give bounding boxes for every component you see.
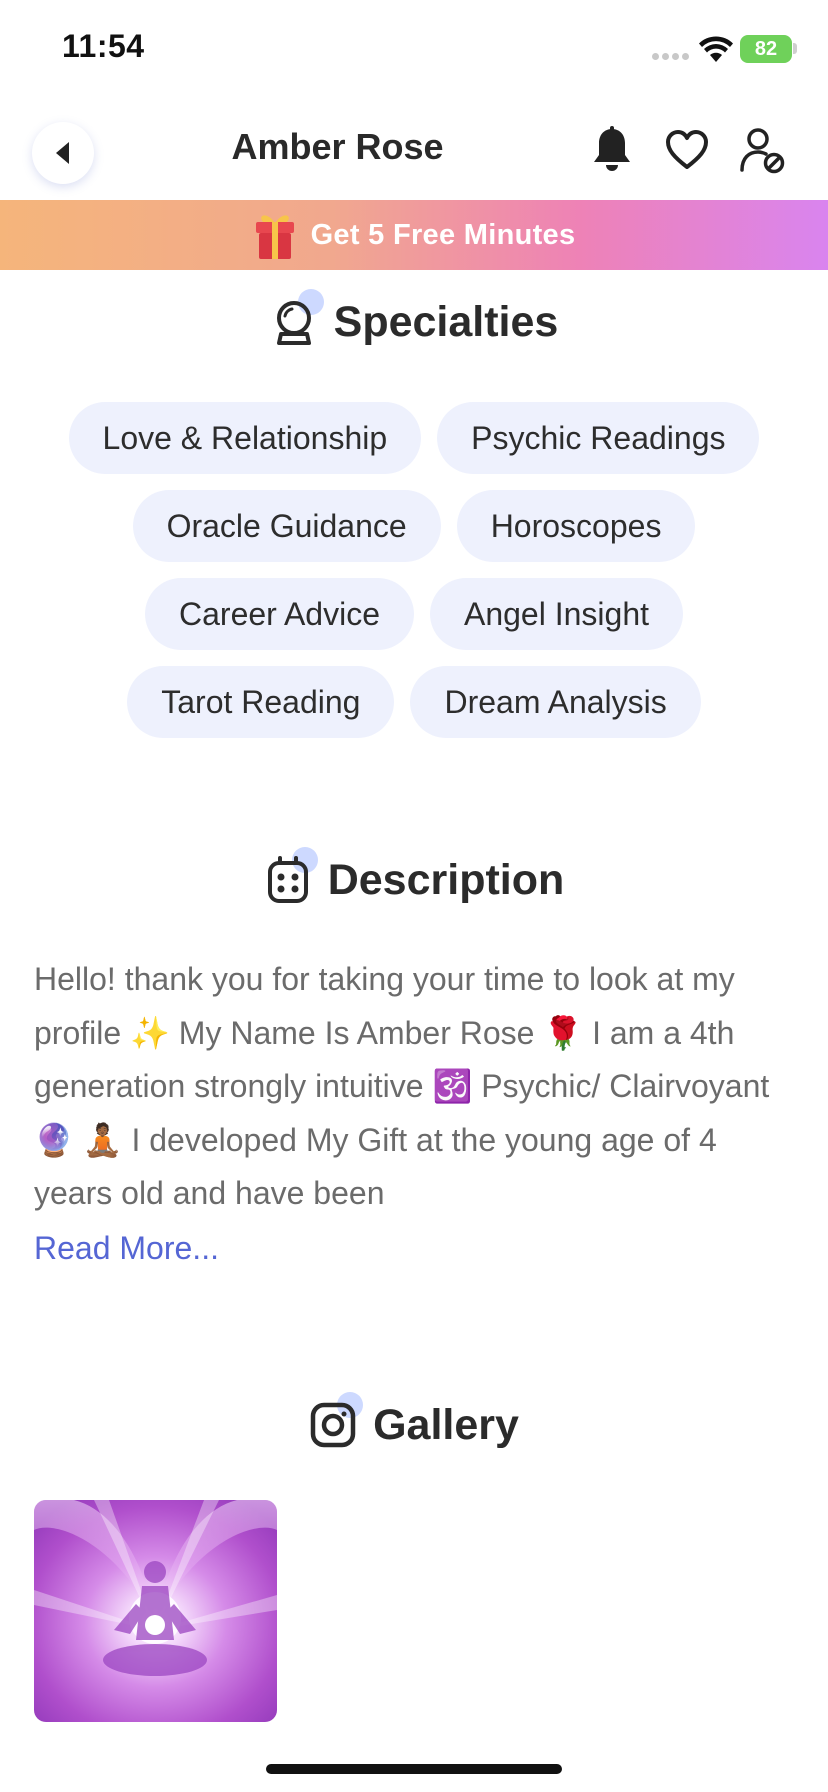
- specialty-chip: Tarot Reading: [127, 666, 395, 738]
- cellular-signal-icon: [652, 53, 690, 61]
- instagram-icon: [309, 1392, 364, 1450]
- nav-bar: Amber Rose: [0, 100, 828, 200]
- description-text: Hello! thank you for taking your time to…: [34, 961, 770, 1211]
- home-indicator[interactable]: [266, 1764, 562, 1774]
- status-time: 11:54: [62, 28, 145, 64]
- specialty-chip: Horoscopes: [456, 490, 696, 562]
- promo-text: Get 5 Free Minutes: [310, 218, 576, 251]
- specialties-list: Love & Relationship Psychic Readings Ora…: [0, 402, 828, 754]
- description-heading: Description: [0, 847, 828, 912]
- section-title: Description: [327, 855, 565, 904]
- specialty-chip: Dream Analysis: [410, 666, 701, 738]
- battery-icon: 82: [740, 35, 792, 63]
- gallery-image[interactable]: [34, 1500, 277, 1722]
- free-minutes-banner[interactable]: Get 5 Free Minutes: [0, 200, 828, 270]
- description-icon: [264, 847, 318, 905]
- crystal-ball-icon: [270, 289, 324, 347]
- page-title: Amber Rose: [231, 126, 444, 167]
- meditation-image: [34, 1500, 277, 1722]
- bell-icon: [594, 126, 630, 171]
- block-user-button[interactable]: [736, 124, 788, 176]
- status-bar: 11:54 82: [0, 0, 828, 100]
- notification-button[interactable]: [586, 124, 638, 176]
- user-block-icon: [740, 128, 785, 174]
- specialty-chip: Career Advice: [145, 578, 414, 650]
- specialties-heading: Specialties: [0, 289, 828, 354]
- specialty-chip: Angel Insight: [429, 578, 683, 650]
- favorite-button[interactable]: [661, 124, 713, 176]
- read-more-link[interactable]: Read More...: [34, 1230, 219, 1267]
- heart-icon: [666, 130, 708, 169]
- section-title: Gallery: [373, 1400, 519, 1449]
- gift-icon: [255, 215, 294, 259]
- specialty-chip: Psychic Readings: [437, 402, 760, 474]
- specialty-chip: Oracle Guidance: [132, 490, 441, 562]
- battery-cap: [793, 43, 797, 54]
- section-title: Specialties: [333, 297, 559, 346]
- specialty-chip: Love & Relationship: [68, 402, 422, 474]
- wifi-icon: [699, 36, 733, 62]
- gallery-heading: Gallery: [0, 1392, 828, 1457]
- battery-level: 82: [754, 37, 778, 60]
